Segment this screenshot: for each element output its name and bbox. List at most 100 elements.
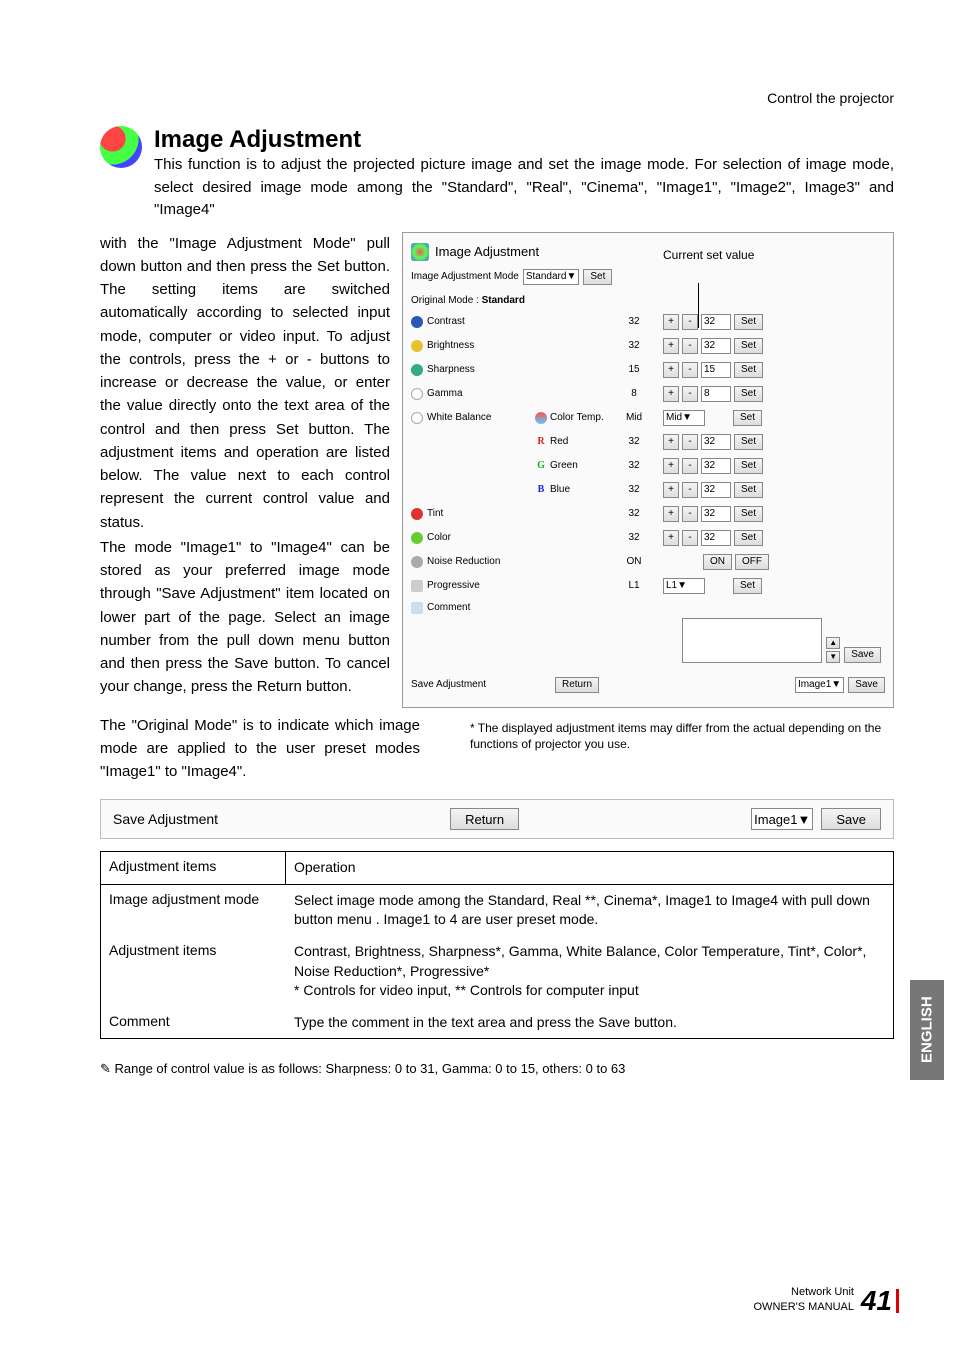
mode-label: Image Adjustment Mode bbox=[411, 271, 519, 282]
adjustment-table: Adjustment items Operation Image adjustm… bbox=[100, 851, 894, 1039]
green-set[interactable]: Set bbox=[734, 458, 763, 474]
panel-title: Image Adjustment bbox=[435, 244, 539, 259]
brightness-input[interactable]: 32 bbox=[701, 338, 731, 354]
table-r2-label: Adjustment items bbox=[101, 936, 286, 1007]
body-paragraph-3: The "Original Mode" is to indicate which… bbox=[100, 714, 420, 784]
range-note: ✎ Range of control value is as follows: … bbox=[100, 1061, 894, 1077]
sharpness-label: Sharpness bbox=[427, 364, 475, 375]
gamma-minus[interactable]: - bbox=[682, 386, 698, 402]
table-r2-desc: Contrast, Brightness, Sharpness*, Gamma,… bbox=[286, 936, 893, 1007]
table-header-1: Adjustment items bbox=[101, 852, 286, 884]
colortemp-current: Mid bbox=[609, 412, 659, 423]
red-input[interactable]: 32 bbox=[701, 434, 731, 450]
sharpness-minus[interactable]: - bbox=[682, 362, 698, 378]
progressive-set[interactable]: Set bbox=[733, 578, 762, 594]
comment-save-button[interactable]: Save bbox=[844, 647, 881, 663]
gamma-label: Gamma bbox=[427, 388, 463, 399]
save-adjustment-bar: Save Adjustment Return Image1 ▼ Save bbox=[100, 799, 894, 839]
green-input[interactable]: 32 bbox=[701, 458, 731, 474]
noise-current: ON bbox=[609, 556, 659, 567]
color-label: Color bbox=[427, 532, 451, 543]
contrast-input[interactable]: 32 bbox=[701, 314, 731, 330]
green-label: Green bbox=[550, 460, 578, 471]
tint-label: Tint bbox=[427, 508, 443, 519]
contrast-set[interactable]: Set bbox=[734, 314, 763, 330]
contrast-minus[interactable]: - bbox=[682, 314, 698, 330]
table-r3-desc: Type the comment in the text area and pr… bbox=[286, 1007, 893, 1039]
sharpness-set[interactable]: Set bbox=[734, 362, 763, 378]
mode-set-button[interactable]: Set bbox=[583, 269, 612, 285]
saveadj-dropdown[interactable]: Image1 ▼ bbox=[795, 677, 844, 693]
brightness-plus[interactable]: + bbox=[663, 338, 679, 354]
gamma-icon bbox=[411, 388, 423, 400]
panel-icon bbox=[411, 243, 429, 261]
red-set[interactable]: Set bbox=[734, 434, 763, 450]
tint-set[interactable]: Set bbox=[734, 506, 763, 522]
image-adjustment-icon bbox=[100, 126, 142, 168]
table-r3-label: Comment bbox=[101, 1007, 286, 1039]
brightness-set[interactable]: Set bbox=[734, 338, 763, 354]
page-title: Image Adjustment bbox=[154, 126, 894, 154]
colortemp-label: Color Temp. bbox=[550, 412, 604, 423]
page-number: 41 bbox=[861, 1285, 899, 1317]
original-mode-value: Standard bbox=[482, 295, 525, 306]
savebar-label: Save Adjustment bbox=[113, 811, 218, 827]
color-plus[interactable]: + bbox=[663, 530, 679, 546]
blue-label: Blue bbox=[550, 484, 570, 495]
intro-text: This function is to adjust the projected… bbox=[154, 154, 894, 222]
color-minus[interactable]: - bbox=[682, 530, 698, 546]
contrast-icon bbox=[411, 316, 423, 328]
whitebalance-label: White Balance bbox=[427, 412, 491, 423]
saveadj-save-button[interactable]: Save bbox=[848, 677, 885, 693]
sharpness-input[interactable]: 15 bbox=[701, 362, 731, 378]
footer-text: Network UnitOWNER'S MANUAL bbox=[754, 1285, 855, 1314]
gamma-plus[interactable]: + bbox=[663, 386, 679, 402]
red-plus[interactable]: + bbox=[663, 434, 679, 450]
brightness-current: 32 bbox=[609, 340, 659, 351]
brightness-minus[interactable]: - bbox=[682, 338, 698, 354]
savebar-return-button[interactable]: Return bbox=[450, 808, 519, 830]
noise-label: Noise Reduction bbox=[427, 556, 500, 567]
blue-current: 32 bbox=[609, 484, 659, 495]
progressive-icon bbox=[411, 580, 423, 592]
green-minus[interactable]: - bbox=[682, 458, 698, 474]
comment-scroll-up[interactable]: ▲ bbox=[826, 637, 840, 649]
savebar-dropdown[interactable]: Image1 ▼ bbox=[751, 808, 813, 830]
green-plus[interactable]: + bbox=[663, 458, 679, 474]
noise-off-button[interactable]: OFF bbox=[735, 554, 769, 570]
comment-textarea[interactable] bbox=[682, 618, 822, 663]
red-label: Red bbox=[550, 436, 568, 447]
table-r1-desc: Select image mode among the Standard, Re… bbox=[286, 885, 893, 936]
callout-current-set: Current set value bbox=[663, 248, 754, 262]
progressive-dropdown[interactable]: L1 ▼ bbox=[663, 578, 705, 594]
saveadj-return-button[interactable]: Return bbox=[555, 677, 599, 693]
sharpness-plus[interactable]: + bbox=[663, 362, 679, 378]
noise-icon bbox=[411, 556, 423, 568]
red-minus[interactable]: - bbox=[682, 434, 698, 450]
blue-set[interactable]: Set bbox=[734, 482, 763, 498]
image-adjustment-panel: Current set value Image Adjustment Image… bbox=[402, 232, 894, 708]
gamma-input[interactable]: 8 bbox=[701, 386, 731, 402]
progressive-label: Progressive bbox=[427, 580, 480, 591]
color-input[interactable]: 32 bbox=[701, 530, 731, 546]
callout-line bbox=[698, 283, 699, 328]
colortemp-dropdown[interactable]: Mid ▼ bbox=[663, 410, 705, 426]
tint-input[interactable]: 32 bbox=[701, 506, 731, 522]
savebar-save-button[interactable]: Save bbox=[821, 808, 881, 830]
colortemp-set[interactable]: Set bbox=[733, 410, 762, 426]
green-current: 32 bbox=[609, 460, 659, 471]
gamma-set[interactable]: Set bbox=[734, 386, 763, 402]
red-current: 32 bbox=[609, 436, 659, 447]
blue-minus[interactable]: - bbox=[682, 482, 698, 498]
color-set[interactable]: Set bbox=[734, 530, 763, 546]
mode-dropdown[interactable]: Standard ▼ bbox=[523, 269, 580, 285]
blue-input[interactable]: 32 bbox=[701, 482, 731, 498]
comment-label: Comment bbox=[427, 602, 470, 613]
comment-scroll-down[interactable]: ▼ bbox=[826, 651, 840, 663]
tint-plus[interactable]: + bbox=[663, 506, 679, 522]
blue-plus[interactable]: + bbox=[663, 482, 679, 498]
tint-minus[interactable]: - bbox=[682, 506, 698, 522]
noise-on-button[interactable]: ON bbox=[703, 554, 732, 570]
contrast-plus[interactable]: + bbox=[663, 314, 679, 330]
brightness-icon bbox=[411, 340, 423, 352]
